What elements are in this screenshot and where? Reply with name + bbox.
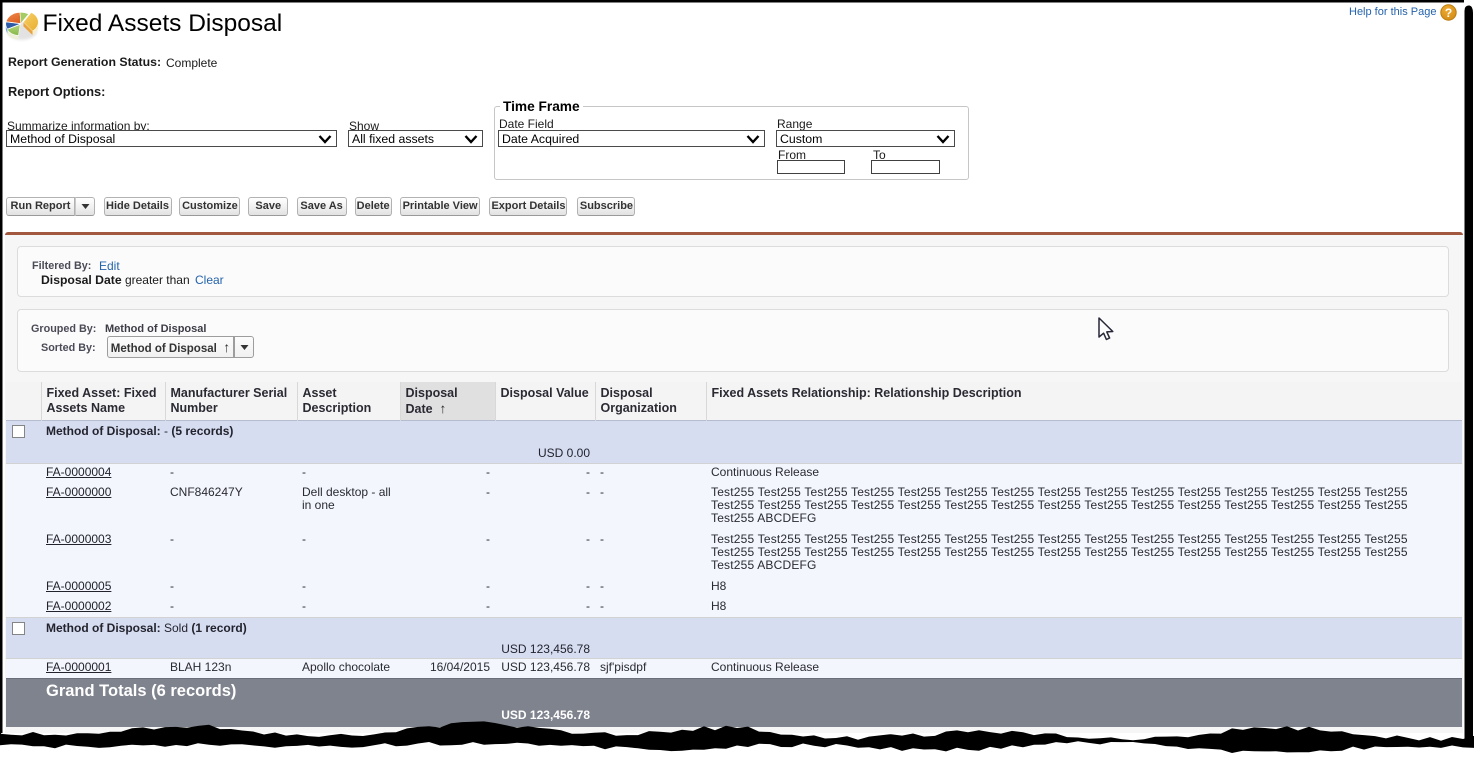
svg-text:?: ?	[1445, 6, 1452, 20]
